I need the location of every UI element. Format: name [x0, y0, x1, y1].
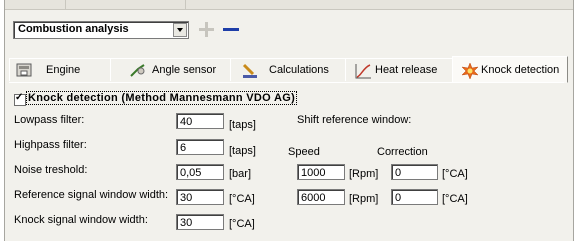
lowpass-filter-input[interactable]: 40 [176, 113, 224, 129]
shift-correction-input[interactable]: 0 [391, 189, 438, 205]
top-strip-segment [5, 0, 66, 9]
shift-speed-input[interactable]: 6000 [297, 189, 345, 205]
reference-window-width-unit: [°CA] [229, 193, 255, 205]
tab-engine[interactable]: Engine [9, 58, 111, 81]
knock-window-width-unit: [°CA] [229, 218, 255, 230]
knock-detection-checkbox[interactable] [14, 92, 26, 106]
highpass-filter-unit: [taps] [229, 145, 256, 157]
correction-column-header: Correction [377, 146, 428, 158]
shift-correction-unit: [°CA] [442, 168, 468, 180]
angle-sensor-icon [130, 64, 145, 77]
lowpass-filter-label: Lowpass filter: [14, 114, 85, 126]
knock-icon [461, 62, 479, 80]
tab-angle-sensor-label: Angle sensor [152, 64, 217, 76]
shift-correction-input[interactable]: 0 [391, 164, 438, 180]
shift-speed-unit: [Rpm] [349, 193, 379, 205]
shift-speed-unit: [Rpm] [349, 168, 379, 180]
reference-window-width-input[interactable]: 30 [176, 189, 224, 205]
calculator-icon [242, 63, 257, 78]
minus-icon[interactable] [222, 22, 240, 36]
speed-column-header: Speed [288, 146, 320, 158]
tab-heat-release[interactable]: Heat release [345, 58, 453, 81]
analysis-select[interactable]: Combustion analysis [13, 21, 189, 39]
shift-correction-unit: [°CA] [442, 193, 468, 205]
noise-threshold-label: Noise treshold: [14, 164, 88, 176]
highpass-filter-label: Highpass filter: [14, 139, 87, 151]
knock-window-width-label: Knock signal window width: [14, 214, 148, 226]
highpass-filter-input[interactable]: 6 [176, 139, 224, 155]
graph-icon [355, 64, 371, 79]
plus-icon[interactable] [198, 21, 215, 38]
noise-threshold-unit: [bar] [229, 168, 252, 180]
tab-calculations-label: Calculations [269, 64, 329, 76]
tab-knock-detection[interactable]: Knock detection [452, 56, 568, 83]
tab-bar: Engine Angle sensor Calculations Heat re… [9, 56, 568, 83]
chevron-down-icon[interactable] [173, 23, 187, 37]
shift-reference-window-title: Shift reference window: [297, 114, 412, 126]
engine-icon [16, 63, 32, 77]
tab-engine-label: Engine [46, 64, 81, 76]
tab-heat-release-label: Heat release [375, 64, 438, 76]
analysis-select-value: Combustion analysis [18, 23, 129, 35]
tab-content-border [9, 82, 564, 233]
tab-calculations[interactable]: Calculations [230, 58, 346, 81]
knock-window-width-input[interactable]: 30 [176, 214, 224, 230]
lowpass-filter-unit: [taps] [229, 119, 256, 131]
shift-speed-input[interactable]: 1000 [297, 164, 345, 180]
top-tab-strip [5, 0, 573, 10]
tab-angle-sensor[interactable]: Angle sensor [110, 58, 231, 81]
top-strip-segment [125, 0, 186, 9]
noise-threshold-input[interactable]: 0,05 [176, 164, 224, 180]
tab-knock-detection-label: Knock detection [481, 64, 560, 76]
reference-window-width-label: Reference signal window width: [14, 189, 169, 201]
knock-detection-checkbox-label[interactable]: Knock detection (Method Mannesmann VDO A… [25, 91, 298, 105]
